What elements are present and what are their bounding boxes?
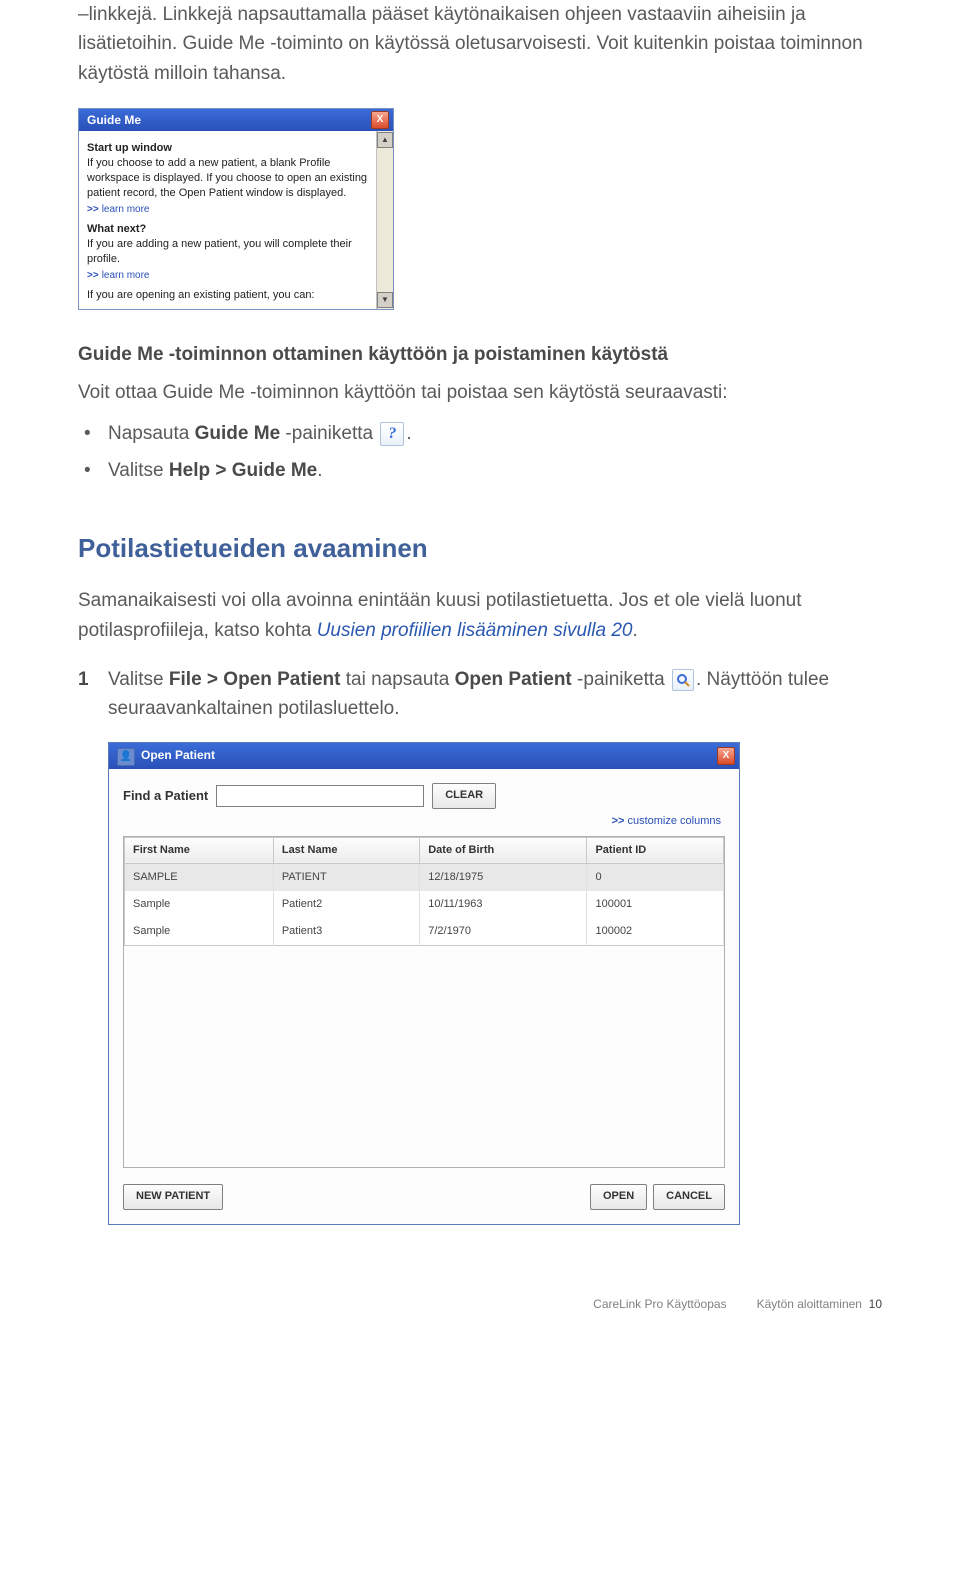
cancel-button[interactable]: CANCEL [653, 1184, 725, 1210]
guide-p3: If you are opening an existing patient, … [87, 288, 370, 303]
learn-more-link-1[interactable]: >>learn more [87, 203, 370, 217]
bullet-help-guide-me: Valitse Help > Guide Me. [78, 456, 882, 485]
new-patient-button[interactable]: NEW PATIENT [123, 1184, 223, 1210]
scroll-down-icon[interactable]: ▼ [377, 292, 393, 308]
sub-heading-enable: Guide Me -toiminnon ottaminen käyttöön j… [78, 340, 882, 369]
col-first-name[interactable]: First Name [125, 837, 274, 863]
patient-table[interactable]: First Name Last Name Date of Birth Patie… [124, 837, 724, 946]
table-row[interactable]: Sample Patient2 10/11/1963 100001 [125, 891, 724, 918]
scrollbar[interactable]: ▲ ▼ [376, 131, 393, 309]
clear-button[interactable]: CLEAR [432, 783, 496, 809]
link-new-profiles[interactable]: Uusien profiilien lisääminen sivulla 20 [317, 620, 633, 641]
table-header-row: First Name Last Name Date of Birth Patie… [125, 837, 724, 863]
search-icon[interactable] [672, 669, 694, 691]
open-patient-dialog: 👤 Open Patient X Find a Patient CLEAR >>c… [108, 742, 740, 1225]
close-icon[interactable]: X [371, 111, 389, 129]
footer-doc-title: CareLink Pro Käyttöopas [593, 1297, 726, 1311]
col-last-name[interactable]: Last Name [273, 837, 419, 863]
page-footer: CareLink Pro Käyttöopas Käytön aloittamin… [0, 1245, 960, 1326]
table-row[interactable]: SAMPLE PATIENT 12/18/1975 0 [125, 863, 724, 891]
chevron-right-icon: >> [612, 815, 625, 827]
customize-columns-link[interactable]: >>customize columns [123, 813, 721, 830]
col-patient-id[interactable]: Patient ID [587, 837, 724, 863]
dialog-icon: 👤 [117, 748, 135, 766]
guide-me-window: Guide Me X Start up window If you choose… [78, 108, 394, 310]
open-patient-title: Open Patient [141, 748, 215, 762]
guide-p1: If you choose to add a new patient, a bl… [87, 156, 370, 201]
guide-me-title: Guide Me [87, 112, 141, 128]
footer-section: Käytön aloittaminen [757, 1297, 862, 1311]
section2-para: Samanaikaisesti voi olla avoinna enintää… [78, 586, 882, 645]
question-icon[interactable]: ? [380, 422, 404, 446]
guide-me-titlebar[interactable]: Guide Me X [79, 109, 393, 131]
open-button[interactable]: OPEN [590, 1184, 647, 1210]
learn-more-link-2[interactable]: >>learn more [87, 269, 370, 283]
step-number: 1 [78, 665, 108, 724]
find-patient-label: Find a Patient [123, 786, 208, 806]
heading-open-patient-records: Potilastietueiden avaaminen [78, 528, 882, 568]
close-icon[interactable]: X [717, 747, 735, 765]
patient-table-container: First Name Last Name Date of Birth Patie… [123, 836, 725, 1168]
scroll-up-icon[interactable]: ▲ [377, 132, 393, 148]
table-row[interactable]: Sample Patient3 7/2/1970 100002 [125, 918, 724, 946]
find-patient-input[interactable] [216, 785, 424, 807]
step-1: 1 Valitse File > Open Patient tai napsau… [78, 665, 882, 724]
col-dob[interactable]: Date of Birth [420, 837, 587, 863]
bullet-click-guide-me: Napsauta Guide Me -painiketta ?. [78, 419, 882, 448]
chevron-right-icon: >> [87, 270, 99, 281]
guide-h1: Start up window [87, 141, 370, 156]
guide-h2: What next? [87, 222, 370, 237]
intro-paragraph: –linkkejä. Linkkejä napsauttamalla pääse… [78, 0, 882, 88]
section1-intro: Voit ottaa Guide Me -toiminnon käyttöön … [78, 378, 882, 407]
guide-p2: If you are adding a new patient, you wil… [87, 237, 370, 267]
footer-page-number: 10 [869, 1297, 882, 1311]
open-patient-titlebar[interactable]: 👤 Open Patient X [109, 743, 739, 769]
chevron-right-icon: >> [87, 204, 99, 215]
